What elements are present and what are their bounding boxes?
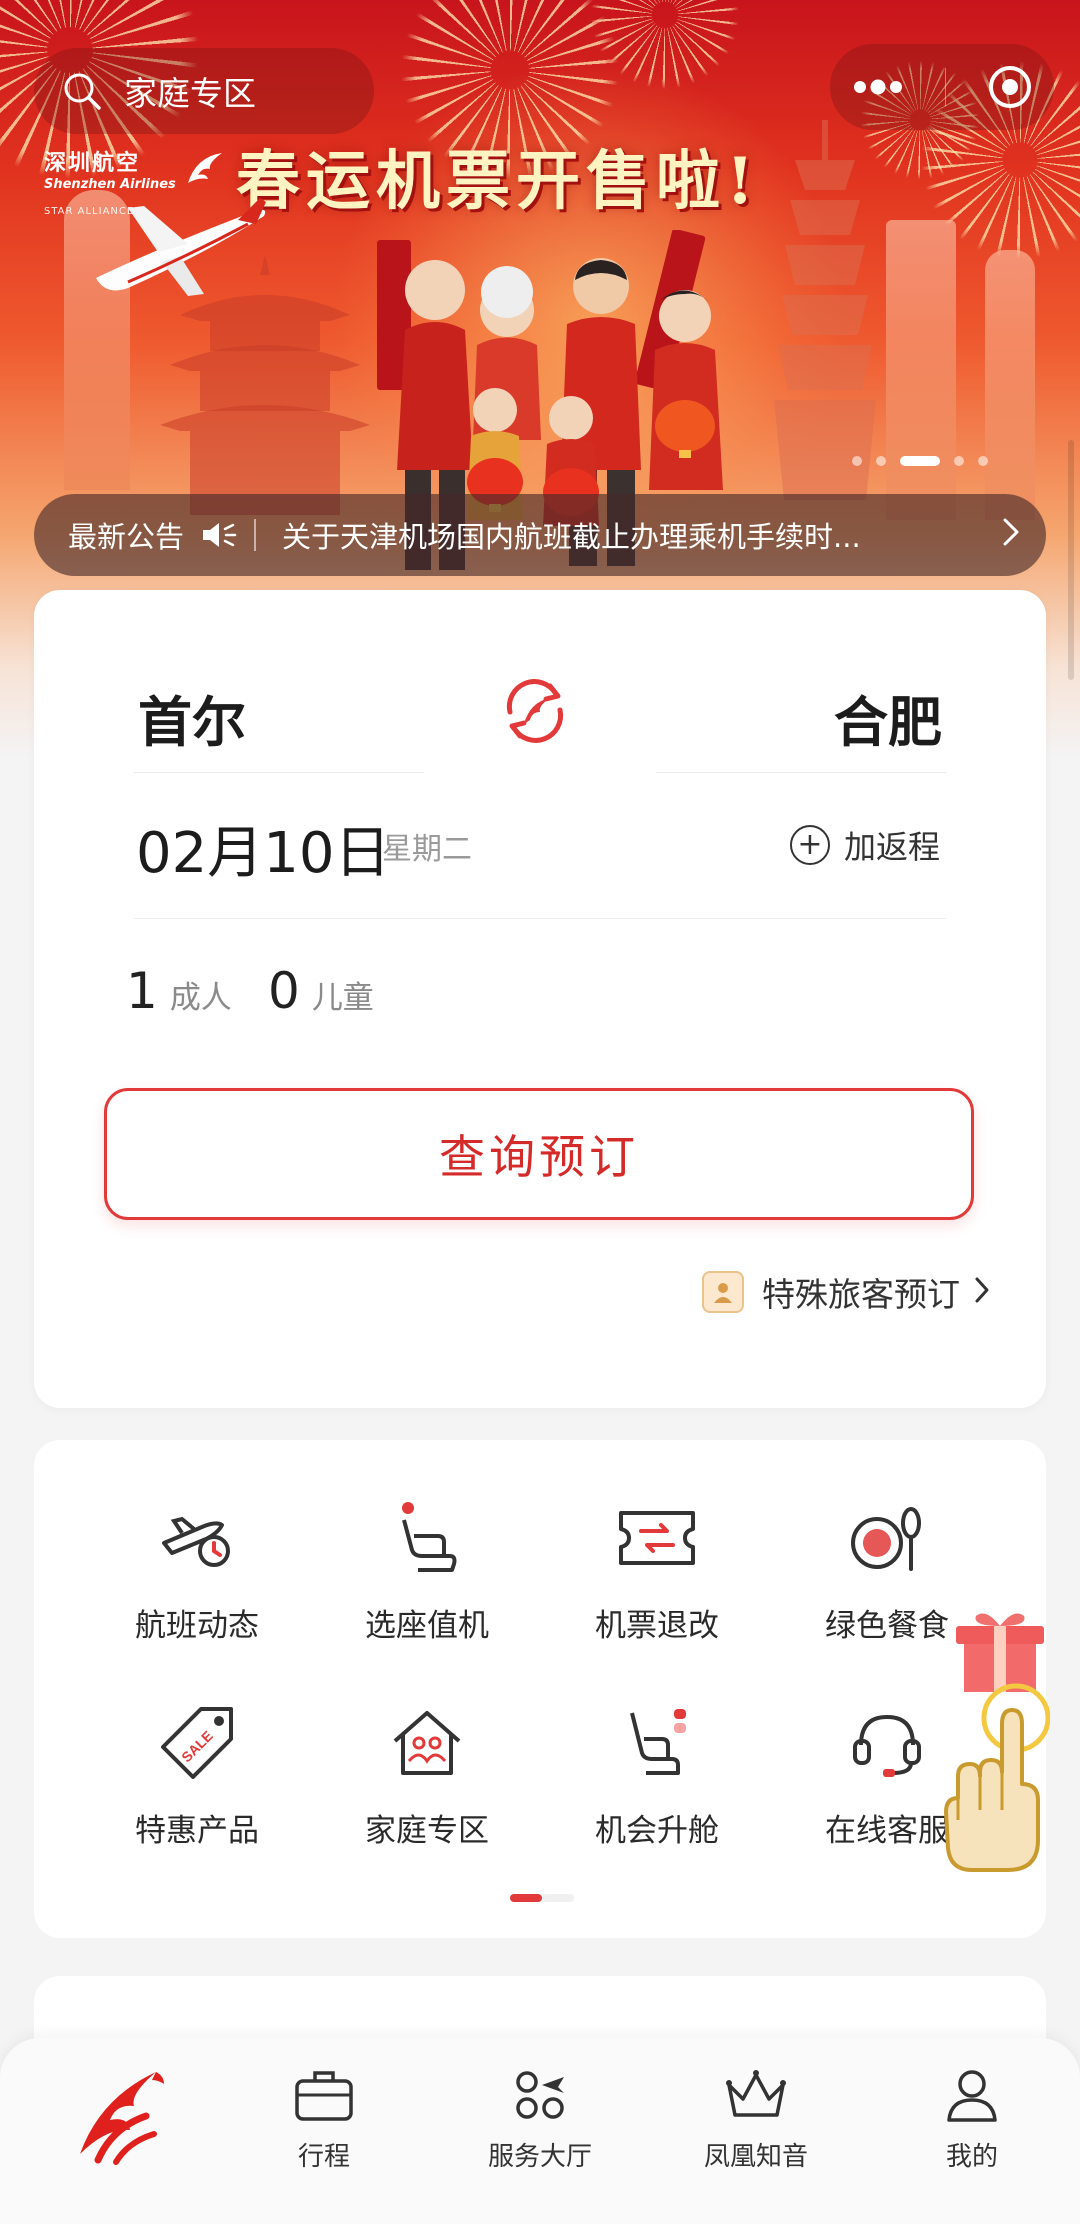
- services-panel: 航班动态 选座值机 机票退改 绿色餐食 SALE 特惠产品 家庭专区 机会升舱 …: [34, 1440, 1046, 1938]
- bottom-tab-bar: 行程 服务大厅 凤凰知音 我的: [0, 2038, 1080, 2224]
- tab-label: 服务大厅: [487, 2142, 592, 2172]
- carousel-dot-active: [900, 456, 940, 466]
- service-ticket-change[interactable]: 机票退改: [542, 1496, 772, 1645]
- add-return-button[interactable]: + 加返程: [789, 822, 940, 868]
- adult-unit: 成人: [169, 980, 232, 1016]
- plus-circle-icon: +: [789, 825, 830, 865]
- card-divider: [134, 918, 946, 919]
- service-label: 绿色餐食: [825, 1608, 949, 1644]
- service-flight-status[interactable]: 航班动态: [82, 1496, 312, 1645]
- special-passenger-link[interactable]: 特殊旅客预订: [702, 1268, 990, 1316]
- shenzhen-airlines-logo: [80, 2072, 164, 2165]
- swap-cities-icon[interactable]: [496, 672, 574, 750]
- airplane-illustration: [96, 198, 266, 296]
- upgrade-seat-icon: [615, 1701, 699, 1785]
- add-return-label: 加返程: [843, 828, 940, 866]
- capsule-divider: [945, 68, 947, 106]
- scrollbar[interactable]: [1068, 440, 1074, 680]
- service-label: 机票退改: [595, 1608, 719, 1644]
- special-passenger-label: 特殊旅客预订: [762, 1275, 960, 1314]
- announcement-bar[interactable]: 最新公告 关于天津机场国内航班截止办理乘机手续时...: [34, 494, 1046, 576]
- departure-city[interactable]: 首尔: [138, 678, 246, 757]
- tap-hint-hand-icon: [944, 1683, 1050, 1872]
- search-placeholder: 家庭专区: [124, 74, 256, 113]
- announcement-label: 最新公告: [68, 520, 185, 554]
- crown-icon: [721, 2060, 791, 2130]
- flight-status-icon: [155, 1496, 239, 1580]
- seat-checkin-icon: [385, 1496, 469, 1580]
- departure-underline: [134, 772, 424, 773]
- service-hall-icon: [505, 2060, 575, 2130]
- announcement-divider: [254, 519, 257, 551]
- pager-dot-active: [510, 1894, 542, 1902]
- chevron-right-icon: [974, 1273, 990, 1312]
- tab-service-hall[interactable]: 服务大厅: [450, 2060, 630, 2173]
- tab-label: 凤凰知音: [703, 2142, 808, 2172]
- carousel-dot: [978, 456, 988, 466]
- adult-number: 1: [126, 962, 158, 1020]
- child-unit: 儿童: [311, 980, 374, 1016]
- child-count[interactable]: 0 儿童: [268, 962, 374, 1020]
- banner-headline: 春运机票开售啦!: [236, 144, 761, 219]
- service-upgrade[interactable]: 机会升舱: [542, 1701, 772, 1850]
- sale-tag-icon: SALE: [155, 1701, 239, 1785]
- services-grid: 航班动态 选座值机 机票退改 绿色餐食 SALE 特惠产品 家庭专区 机会升舱 …: [82, 1496, 1002, 1850]
- tab-label: 行程: [297, 2142, 350, 2172]
- suitcase-icon: [289, 2060, 359, 2130]
- pagoda-illustration: [774, 120, 876, 500]
- booking-card: 首尔 合肥 02月10日 星期二 + 加返程 1 成人 0 儿童 查询预订 特殊…: [34, 590, 1046, 1408]
- search-bar[interactable]: 家庭专区: [34, 48, 374, 134]
- service-seat-checkin[interactable]: 选座值机: [312, 1496, 542, 1645]
- airline-name-cn: 深圳航空: [44, 151, 141, 176]
- ticket-change-icon: [615, 1496, 699, 1580]
- meal-icon: [845, 1496, 929, 1580]
- adult-count[interactable]: 1 成人: [126, 962, 232, 1020]
- arrival-city[interactable]: 合肥: [834, 678, 942, 757]
- departure-date[interactable]: 02月10日: [136, 808, 391, 889]
- carousel-dot: [876, 456, 886, 466]
- search-icon: [64, 73, 101, 110]
- service-label: 航班动态: [135, 1608, 259, 1644]
- service-label: 特惠产品: [135, 1813, 259, 1849]
- service-label: 机会升舱: [595, 1813, 719, 1849]
- close-target-icon[interactable]: [986, 63, 1034, 111]
- speaker-icon: [200, 519, 238, 551]
- passenger-badge-icon: [702, 1271, 744, 1313]
- miniprogram-capsule[interactable]: [830, 44, 1054, 130]
- services-pager: [510, 1894, 574, 1902]
- user-icon: [937, 2060, 1007, 2130]
- pager-dot: [542, 1894, 574, 1902]
- departure-weekday: 星期二: [382, 832, 472, 867]
- chevron-right-icon[interactable]: [1002, 517, 1020, 554]
- service-label: 选座值机: [365, 1608, 489, 1644]
- carousel-dot: [954, 456, 964, 466]
- tab-home[interactable]: [60, 2058, 170, 2168]
- tab-profile[interactable]: 我的: [882, 2060, 1062, 2173]
- child-number: 0: [268, 962, 300, 1020]
- phoenix-logo-icon: [187, 152, 222, 183]
- search-booking-button[interactable]: 查询预订: [104, 1088, 974, 1220]
- service-label: 家庭专区: [365, 1813, 489, 1849]
- service-family-zone[interactable]: 家庭专区: [312, 1701, 542, 1850]
- tab-itinerary[interactable]: 行程: [234, 2060, 414, 2173]
- carousel-indicator: [852, 456, 988, 466]
- skyline-tower: [886, 220, 956, 520]
- service-special-offers[interactable]: SALE 特惠产品: [82, 1701, 312, 1850]
- carousel-dot: [852, 456, 862, 466]
- announcement-text[interactable]: 关于天津机场国内航班截止办理乘机手续时...: [282, 514, 972, 556]
- headset-icon: [845, 1701, 929, 1785]
- skyline-tower: [985, 250, 1035, 520]
- more-dots-icon[interactable]: [850, 77, 906, 97]
- tab-label: 我的: [945, 2142, 998, 2172]
- arrival-underline: [656, 772, 946, 773]
- tab-phoenix-miles[interactable]: 凤凰知音: [666, 2060, 846, 2173]
- family-home-icon: [385, 1701, 469, 1785]
